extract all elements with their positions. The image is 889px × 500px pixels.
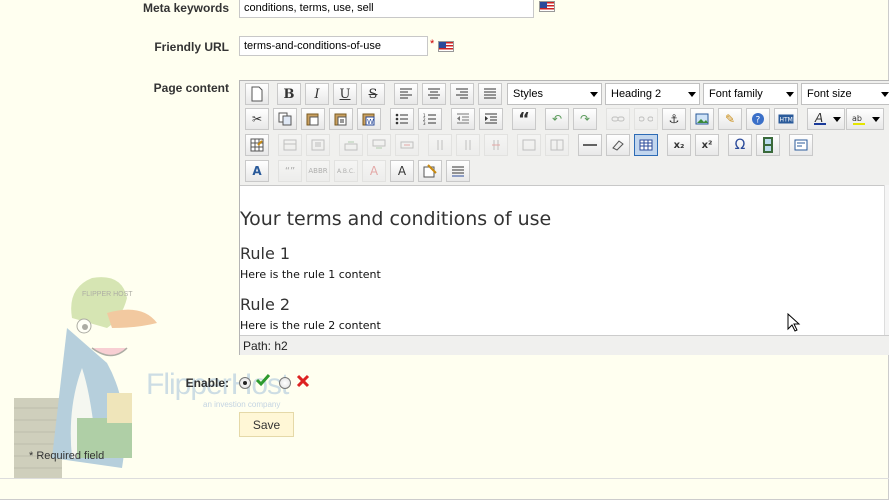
insert-text-icon[interactable]: A bbox=[390, 160, 414, 182]
friendly-url-label: Friendly URL bbox=[154, 40, 229, 54]
svg-text:?: ? bbox=[756, 116, 761, 126]
footer-divider bbox=[0, 478, 889, 479]
editor-scrollbar[interactable] bbox=[884, 185, 889, 335]
delete-col-icon[interactable] bbox=[484, 134, 508, 156]
align-justify-icon[interactable] bbox=[478, 83, 502, 105]
insert-col-after-icon[interactable] bbox=[456, 134, 480, 156]
rule-2-text: Here is the rule 2 content bbox=[240, 319, 381, 332]
new-document-icon[interactable] bbox=[245, 83, 269, 105]
superscript-icon[interactable]: x² bbox=[695, 134, 719, 156]
paste-icon[interactable] bbox=[301, 108, 325, 130]
paste-text-icon[interactable] bbox=[329, 108, 353, 130]
svg-text:HTML: HTML bbox=[780, 117, 795, 124]
bold-button[interactable]: B bbox=[277, 83, 301, 105]
strikethrough-button[interactable]: S bbox=[361, 83, 385, 105]
paste-word-icon[interactable]: W bbox=[357, 108, 381, 130]
acronym-icon[interactable]: ABBR bbox=[306, 160, 330, 182]
friendly-url-input[interactable]: terms-and-conditions-of-use bbox=[239, 36, 428, 56]
unordered-list-icon[interactable] bbox=[390, 108, 414, 130]
visual-aid-icon[interactable] bbox=[634, 134, 658, 156]
background-color-button[interactable]: ab bbox=[846, 108, 884, 130]
us-flag-icon[interactable] bbox=[539, 1, 555, 12]
styles-dropdown-label: Styles bbox=[513, 88, 543, 100]
required-star: * bbox=[430, 38, 435, 50]
cite-icon[interactable]: “” bbox=[278, 160, 302, 182]
insert-image-icon[interactable] bbox=[690, 108, 714, 130]
page-content-label: Page content bbox=[153, 81, 229, 95]
styleprops-icon[interactable]: A bbox=[245, 160, 269, 182]
underline-button[interactable]: U bbox=[333, 83, 357, 105]
required-field-note: * Required field bbox=[29, 450, 105, 462]
outdent-icon[interactable] bbox=[451, 108, 475, 130]
save-button[interactable]: Save bbox=[239, 412, 294, 437]
editor-path-bar: Path: h2 bbox=[240, 335, 889, 355]
font-size-dropdown[interactable]: Font size bbox=[801, 83, 889, 105]
cut-icon[interactable]: ✂ bbox=[245, 108, 269, 130]
enable-no-radio[interactable] bbox=[279, 377, 291, 389]
rule-1-heading: Rule 1 bbox=[240, 244, 291, 263]
row-props-icon[interactable] bbox=[278, 134, 302, 156]
insert-row-before-icon[interactable] bbox=[339, 134, 363, 156]
content-title: Your terms and conditions of use bbox=[240, 208, 552, 230]
svg-text:ab: ab bbox=[852, 114, 862, 123]
horizontal-rule-icon[interactable] bbox=[578, 134, 602, 156]
cell-props-icon[interactable] bbox=[306, 134, 330, 156]
font-family-dropdown[interactable]: Font family bbox=[703, 83, 798, 105]
media-icon[interactable] bbox=[756, 134, 780, 156]
svg-text:W: W bbox=[367, 118, 374, 126]
template-icon[interactable] bbox=[789, 134, 813, 156]
enable-yes-radio[interactable] bbox=[239, 377, 251, 389]
cleanup-icon[interactable]: ✎ bbox=[718, 108, 742, 130]
styles-dropdown[interactable]: Styles bbox=[507, 83, 602, 105]
rule-2-heading: Rule 2 bbox=[240, 295, 291, 314]
svg-text:3: 3 bbox=[423, 121, 426, 125]
ordered-list-icon[interactable]: 123 bbox=[418, 108, 442, 130]
anchor-icon[interactable]: ⚓ bbox=[662, 108, 686, 130]
copy-icon[interactable] bbox=[273, 108, 297, 130]
help-icon[interactable]: ? bbox=[746, 108, 770, 130]
merge-cells-icon[interactable] bbox=[545, 134, 569, 156]
link-icon[interactable] bbox=[606, 108, 630, 130]
delete-row-icon[interactable] bbox=[395, 134, 419, 156]
blockquote-icon[interactable]: “ bbox=[512, 108, 536, 130]
redo-icon[interactable]: ↷ bbox=[573, 108, 597, 130]
subscript-icon[interactable]: x₂ bbox=[667, 134, 691, 156]
html-source-icon[interactable]: HTML bbox=[774, 108, 798, 130]
meta-keywords-label: Meta keywords bbox=[142, 1, 229, 15]
indent-icon[interactable] bbox=[479, 108, 503, 130]
font-size-dropdown-label: Font size bbox=[807, 88, 852, 100]
cross-icon[interactable] bbox=[296, 374, 310, 388]
font-family-dropdown-label: Font family bbox=[709, 88, 763, 100]
undo-icon[interactable]: ↶ bbox=[545, 108, 569, 130]
insert-row-after-icon[interactable] bbox=[367, 134, 391, 156]
abbr-icon[interactable]: A.B.C. bbox=[334, 160, 358, 182]
align-right-icon[interactable] bbox=[450, 83, 474, 105]
align-center-icon[interactable] bbox=[422, 83, 446, 105]
format-dropdown-label: Heading 2 bbox=[611, 88, 662, 100]
unlink-icon[interactable] bbox=[634, 108, 658, 130]
insert-table-icon[interactable] bbox=[245, 134, 269, 156]
mouse-cursor-icon bbox=[787, 313, 801, 332]
logo-tagline: an investion company bbox=[203, 400, 281, 409]
attributes-icon[interactable] bbox=[418, 160, 442, 182]
cap-text: FLIPPER HOST bbox=[82, 291, 133, 298]
check-icon[interactable] bbox=[255, 373, 271, 387]
align-left-icon[interactable] bbox=[394, 83, 418, 105]
rule-1-text: Here is the rule 1 content bbox=[240, 268, 381, 281]
meta-keywords-input[interactable]: conditions, terms, use, sell bbox=[239, 0, 534, 18]
visual-chars-icon[interactable] bbox=[446, 160, 470, 182]
special-char-icon[interactable]: Ω bbox=[728, 134, 752, 156]
delete-text-icon[interactable]: A bbox=[362, 160, 386, 182]
insert-col-before-icon[interactable] bbox=[428, 134, 452, 156]
italic-button[interactable]: I bbox=[305, 83, 329, 105]
enable-label: Enable: bbox=[185, 376, 229, 390]
format-dropdown[interactable]: Heading 2 bbox=[605, 83, 700, 105]
split-cells-icon[interactable] bbox=[517, 134, 541, 156]
us-flag-icon[interactable] bbox=[438, 41, 454, 52]
remove-format-icon[interactable] bbox=[606, 134, 630, 156]
text-color-button[interactable]: A bbox=[807, 108, 845, 130]
